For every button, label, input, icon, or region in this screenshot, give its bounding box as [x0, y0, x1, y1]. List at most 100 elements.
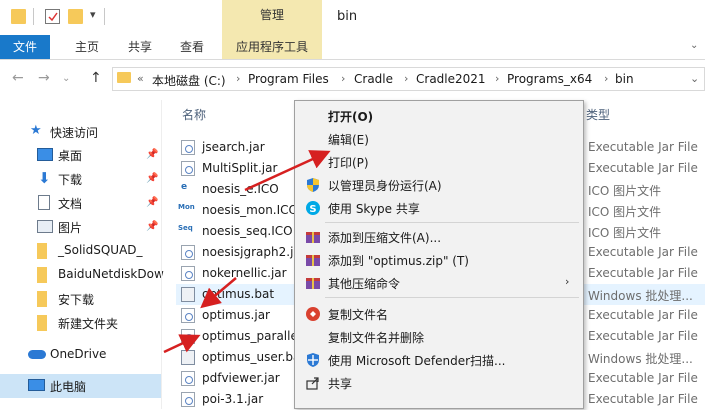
share-icon [305, 375, 321, 391]
menu-item-copy-filename-delete[interactable]: 复制文件名并删除 [295, 326, 583, 348]
menu-item-other-compress[interactable]: 其他压缩命令 › [295, 272, 583, 294]
nav-item-solidsquad[interactable]: _SolidSQUAD_ [0, 239, 162, 263]
navigation-pane: ★ 快速访问 桌面 📌 ⬇ 下载 📌 文档 📌 图片 📌 _SolidSQUAD… [0, 100, 164, 409]
tab-share[interactable]: 共享 [128, 35, 152, 59]
nav-item-new-folder[interactable]: 新建文件夹 [0, 311, 162, 335]
breadcrumb-program-files[interactable]: Program Files [248, 72, 329, 86]
nav-item-quick-access[interactable]: ★ 快速访问 [0, 120, 162, 144]
jar-file-icon [181, 371, 195, 386]
file-type: Executable Jar File [588, 371, 698, 385]
ribbon-tab-bar [0, 35, 705, 60]
expand-ribbon-icon[interactable]: ⌄ [690, 40, 698, 51]
pin-icon[interactable]: 📌 [146, 221, 158, 232]
up-icon[interactable]: ↑ [90, 70, 102, 86]
recent-locations-icon[interactable]: ⌄ [62, 73, 70, 84]
archive-icon [305, 252, 321, 268]
menu-item-share[interactable]: 共享 [295, 372, 583, 394]
ico-file-icon: Seq [178, 224, 193, 232]
menu-item-add-to-zip[interactable]: 添加到 "optimus.zip" (T) [295, 249, 583, 271]
pin-icon[interactable]: 📌 [146, 173, 158, 184]
jar-file-icon [181, 392, 195, 407]
jar-file-icon [181, 308, 195, 323]
pin-icon[interactable]: 📌 [146, 149, 158, 160]
properties-icon[interactable] [45, 9, 60, 24]
menu-label: 添加到压缩文件(A)... [328, 231, 442, 245]
divider [33, 8, 34, 25]
menu-item-add-to-archive[interactable]: 添加到压缩文件(A)... [295, 226, 583, 248]
breadcrumb-bin[interactable]: bin [615, 72, 634, 86]
file-type: ICO 图片文件 [588, 226, 662, 240]
nav-label: OneDrive [50, 347, 107, 361]
nav-item-this-pc[interactable]: 此电脑 [0, 374, 162, 398]
desktop-icon [37, 148, 53, 161]
file-type: Executable Jar File [588, 245, 698, 259]
defender-icon [305, 352, 321, 368]
divider [104, 8, 105, 25]
file-name: noesis_seq.ICO [202, 224, 293, 238]
back-icon[interactable]: ← [12, 70, 24, 86]
file-name: optimus.bat [202, 287, 275, 301]
file-name: noesisjgraph2.jar [202, 245, 306, 259]
svg-text:S: S [309, 204, 316, 215]
ico-file-icon: e [181, 182, 188, 192]
menu-label: 复制文件名 [328, 308, 389, 322]
pane-divider[interactable] [161, 100, 162, 409]
file-name: optimus.jar [202, 308, 270, 322]
file-type: Windows 批处理... [588, 289, 693, 303]
forward-icon[interactable]: → [38, 70, 50, 86]
nav-label: BaiduNetdiskDow [58, 267, 164, 281]
file-type: Executable Jar File [588, 140, 698, 154]
menu-label: 共享 [328, 377, 353, 391]
breadcrumb-cradle[interactable]: Cradle [354, 72, 393, 86]
breadcrumb-programs-x64[interactable]: Programs_x64 [507, 72, 592, 86]
nav-item-baidunetdisk[interactable]: BaiduNetdiskDow [0, 263, 164, 287]
archive-icon [305, 275, 321, 291]
column-header-type[interactable]: 类型 [586, 106, 610, 123]
pin-icon[interactable]: 📌 [146, 197, 158, 208]
nav-label: 新建文件夹 [58, 317, 119, 331]
new-folder-icon[interactable] [68, 9, 83, 24]
folder-icon [117, 72, 131, 83]
menu-label: 其他压缩命令 [328, 277, 401, 291]
tab-home[interactable]: 主页 [75, 35, 99, 59]
nav-item-pictures[interactable]: 图片 📌 [0, 215, 162, 239]
menu-label: 以管理员身份运行(A) [328, 179, 442, 193]
tab-application-tools[interactable]: 应用程序工具 [222, 35, 322, 59]
customize-quick-access-icon[interactable]: ▾ [90, 8, 96, 21]
chevron-right-icon[interactable]: › [495, 72, 499, 85]
file-name: MultiSplit.jar [202, 161, 278, 175]
column-header-name[interactable]: 名称 [182, 106, 206, 123]
chevron-right-icon[interactable]: › [604, 72, 608, 85]
breadcrumb-cradle2021[interactable]: Cradle2021 [416, 72, 486, 86]
menu-label: 使用 Microsoft Defender扫描... [328, 354, 506, 368]
breadcrumb-drive[interactable]: 本地磁盘 (C:) [152, 72, 226, 89]
tab-view[interactable]: 查看 [180, 35, 204, 59]
nav-item-desktop[interactable]: 桌面 📌 [0, 143, 162, 167]
file-type: ICO 图片文件 [588, 184, 662, 198]
jar-file-icon [181, 140, 195, 155]
chevron-right-icon[interactable]: › [341, 72, 345, 85]
menu-item-copy-filename[interactable]: 复制文件名 [295, 303, 583, 325]
menu-separator [325, 297, 579, 298]
file-name: pdfviewer.jar [202, 371, 280, 385]
menu-item-edit[interactable]: 编辑(E) [295, 128, 583, 150]
nav-item-downloads[interactable]: ⬇ 下载 📌 [0, 167, 162, 191]
file-type: Executable Jar File [588, 308, 698, 322]
address-dropdown-icon[interactable]: ⌄ [690, 72, 699, 85]
chevron-right-icon[interactable]: › [236, 72, 240, 85]
nav-item-anxiazai[interactable]: 安下载 [0, 287, 162, 311]
menu-item-open[interactable]: 打开(O) [295, 105, 583, 127]
file-name: jsearch.jar [202, 140, 265, 154]
menu-item-run-as-admin[interactable]: 以管理员身份运行(A) [295, 174, 583, 196]
shield-icon [305, 177, 321, 193]
menu-item-skype-share[interactable]: S 使用 Skype 共享 [295, 197, 583, 219]
nav-item-onedrive[interactable]: OneDrive [0, 343, 162, 367]
folder-icon [37, 315, 47, 331]
menu-item-print[interactable]: 打印(P) [295, 151, 583, 173]
folder-icon [37, 243, 47, 259]
tab-file[interactable]: 文件 [0, 35, 50, 59]
nav-item-documents[interactable]: 文档 📌 [0, 191, 162, 215]
breadcrumb-overflow[interactable]: « [137, 72, 144, 85]
menu-item-defender-scan[interactable]: 使用 Microsoft Defender扫描... [295, 349, 583, 371]
chevron-right-icon[interactable]: › [404, 72, 408, 85]
